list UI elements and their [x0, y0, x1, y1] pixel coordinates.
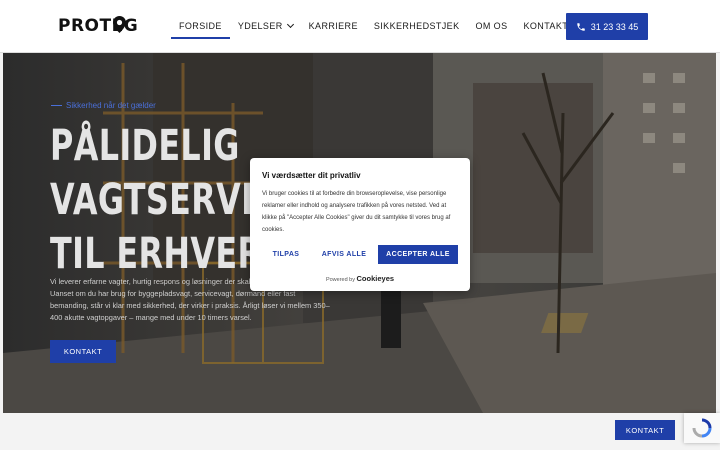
phone-number: 31 23 33 45	[590, 21, 639, 32]
powered-by-label: Powered by	[325, 277, 355, 283]
cookie-reject-all-button[interactable]: AFVIS ALLE	[310, 245, 378, 264]
nav-item-karriere[interactable]: KARRIERE	[301, 0, 366, 53]
phone-button[interactable]: 31 23 33 45	[566, 13, 648, 40]
recaptcha-badge[interactable]	[684, 413, 720, 443]
site-header: PROTEG FORSIDE YDELSER KARRIERE SIKKERHE…	[0, 0, 720, 53]
logo-pin-icon	[113, 16, 126, 33]
nav-item-om-os[interactable]: OM OS	[467, 0, 515, 53]
cookieyes-logo[interactable]: Cookieyes	[357, 274, 395, 283]
cookie-customize-button[interactable]: TILPAS	[262, 245, 310, 264]
hero-headline-line: PÅLIDELIG	[50, 121, 240, 171]
hero-contact-button[interactable]: KONTAKT	[50, 340, 116, 363]
nav-item-ydelser[interactable]: YDELSER	[230, 0, 301, 53]
cookie-body: Vi bruger cookies til at forbedre din br…	[262, 191, 451, 233]
hero-eyebrow: Sikkerhed når det gælder	[51, 101, 156, 110]
hero-headline: PÅLIDELIG VAGTSERVICE TIL ERHVERV	[50, 119, 300, 281]
cookie-title: Vi værdsætter dit privatliv	[262, 171, 361, 180]
nav-item-sikkerhedstjek[interactable]: SIKKERHEDSTJEK	[366, 0, 468, 53]
cookie-consent-dialog: Vi værdsætter dit privatliv Vi bruger co…	[250, 158, 470, 291]
cookie-button-row: TILPAS AFVIS ALLE ACCEPTER ALLE	[262, 245, 458, 264]
cookie-accept-all-button[interactable]: ACCEPTER ALLE	[378, 245, 458, 264]
phone-icon	[576, 22, 585, 31]
main-nav: FORSIDE YDELSER KARRIERE SIKKERHEDSTJEK …	[171, 0, 576, 53]
cookie-powered-by: Powered by Cookieyes	[250, 274, 470, 283]
recaptcha-icon	[692, 418, 712, 438]
hero-headline-line: VAGTSERVICE	[50, 175, 300, 225]
sticky-contact-button[interactable]: KONTAKT	[615, 420, 675, 440]
logo[interactable]: PROTEG	[58, 16, 138, 36]
hero-headline-line: TIL ERHVERV	[50, 229, 288, 279]
chevron-down-icon	[286, 20, 294, 29]
nav-item-forside[interactable]: FORSIDE	[171, 0, 230, 53]
